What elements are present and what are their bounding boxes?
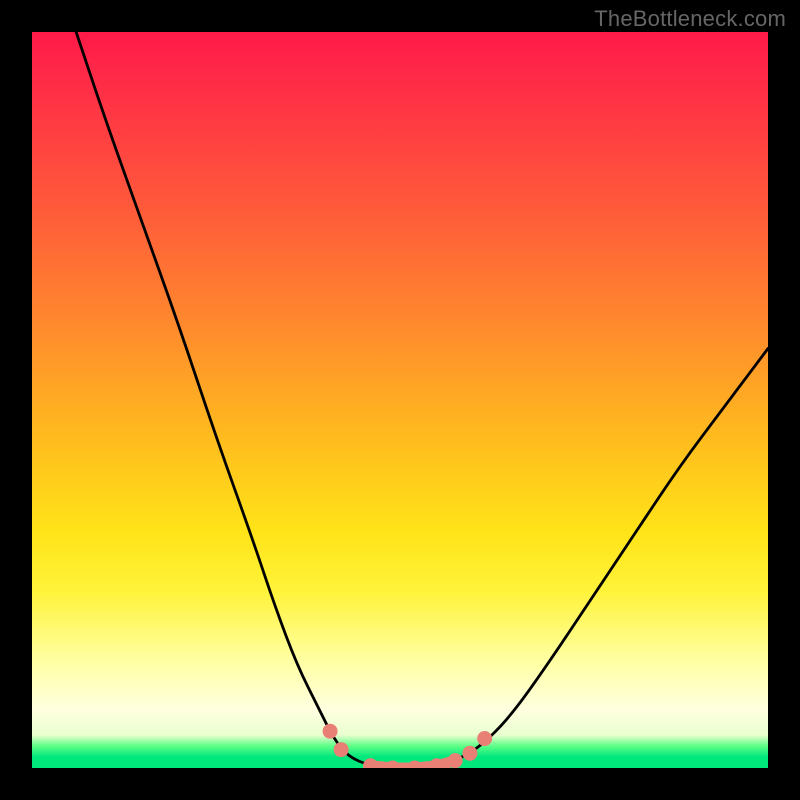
valley-markers [323,724,493,768]
chart-frame: TheBottleneck.com [0,0,800,800]
valley-marker [462,746,477,761]
watermark-text: TheBottleneck.com [594,6,786,32]
valley-marker [448,753,463,768]
valley-marker [385,761,400,769]
plot-area [32,32,768,768]
valley-marker [323,724,338,739]
valley-marker [363,758,378,768]
curve-layer [32,32,768,768]
valley-marker [477,731,492,746]
bottleneck-curve [76,32,768,768]
valley-marker [334,742,349,757]
valley-marker [407,761,422,769]
